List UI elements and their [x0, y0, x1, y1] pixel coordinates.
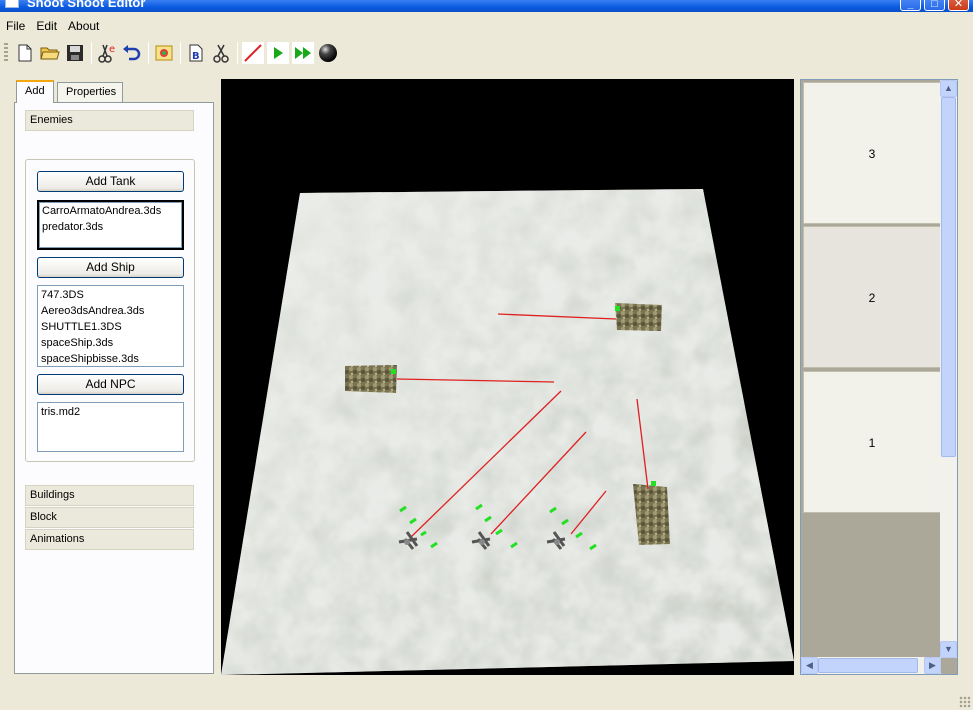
level-label: 3 — [868, 147, 876, 161]
new-file-icon[interactable] — [14, 42, 36, 64]
svg-text:B: B — [192, 51, 200, 62]
fast-forward-icon[interactable] — [292, 42, 314, 64]
add-tab-page: Enemies Add Tank CarroArmatoAndrea.3ds p… — [14, 102, 214, 674]
scroll-thumb-horizontal[interactable] — [818, 658, 918, 673]
toolbar: e B — [0, 38, 973, 68]
level-label: 2 — [868, 291, 876, 305]
close-icon[interactable]: ✕ — [948, 0, 969, 11]
scene-canvas[interactable] — [221, 79, 794, 675]
scroll-down-icon[interactable]: ▼ — [940, 641, 957, 658]
status-bar — [0, 682, 973, 710]
list-item[interactable]: spaceShipbisse.3ds — [41, 351, 180, 366]
level-button-2[interactable]: 2 — [803, 226, 941, 368]
tank-model[interactable] — [345, 365, 397, 393]
document-b-icon[interactable]: B — [185, 42, 207, 64]
ship-model-list[interactable]: 747.3DS Aereo3dsAndrea.3ds SHUTTLE1.3DS … — [37, 285, 184, 367]
menu-bar: File Edit About — [0, 16, 973, 36]
list-item[interactable]: 747.3DS — [41, 287, 180, 303]
tank-model[interactable] — [615, 303, 662, 331]
scroll-right-icon[interactable]: ▶ — [924, 657, 941, 674]
tab-strip: Add Properties — [14, 80, 214, 103]
menu-edit[interactable]: Edit — [31, 19, 62, 33]
level-button-3[interactable]: 3 — [803, 82, 941, 224]
svg-text:e: e — [109, 44, 115, 55]
enemies-group: Add Tank CarroArmatoAndrea.3ds predator.… — [25, 159, 195, 462]
buildings-group-header[interactable]: Buildings — [25, 485, 194, 506]
menu-file[interactable]: File — [1, 19, 30, 33]
list-item[interactable]: Aereo3dsAndrea.3ds — [41, 303, 180, 319]
vertical-scrollbar[interactable]: ▲ ▼ — [940, 80, 957, 658]
tank-model[interactable] — [633, 481, 670, 545]
scroll-thumb[interactable] — [941, 97, 956, 457]
list-item[interactable]: tris.md2 — [41, 404, 180, 420]
list-item[interactable]: CarroArmatoAndrea.3ds — [42, 203, 179, 219]
tab-add[interactable]: Add — [16, 80, 54, 103]
enemies-group-header[interactable]: Enemies — [25, 110, 194, 131]
level-label: 1 — [868, 436, 876, 450]
undo-icon[interactable] — [121, 42, 143, 64]
window-title: Shoot Shoot Editor — [27, 0, 146, 10]
toolbar-separator — [237, 42, 238, 64]
play-icon[interactable] — [267, 42, 289, 64]
title-bar: Shoot Shoot Editor _ □ ✕ — [0, 0, 973, 12]
block-group-header[interactable]: Block — [25, 507, 194, 528]
toolbar-separator — [91, 42, 92, 64]
toolbar-separator — [148, 42, 149, 64]
level-list-panel: 3 2 1 ▲ ▼ ◀ ▶ — [800, 79, 958, 675]
horizontal-scrollbar[interactable]: ◀ ▶ — [801, 657, 941, 674]
save-disk-icon[interactable] — [64, 42, 86, 64]
cut-clear-icon[interactable]: e — [96, 42, 118, 64]
scissors-icon[interactable] — [210, 42, 232, 64]
list-item[interactable]: spaceShip.3ds — [41, 335, 180, 351]
add-npc-button[interactable]: Add NPC — [37, 374, 184, 395]
minimize-icon[interactable]: _ — [900, 0, 921, 11]
app-icon — [5, 0, 19, 8]
left-panel: Add Properties Enemies Add Tank CarroArm… — [14, 80, 214, 674]
list-item[interactable]: predator.3ds — [42, 219, 179, 235]
toolbar-grip[interactable] — [4, 43, 8, 63]
animations-group-header[interactable]: Animations — [25, 529, 194, 550]
scroll-up-icon[interactable]: ▲ — [940, 80, 957, 97]
list-item[interactable]: SHUTTLE1.3DS — [41, 319, 180, 335]
menu-about[interactable]: About — [63, 19, 104, 33]
add-tank-button[interactable]: Add Tank — [37, 171, 184, 192]
maximize-icon[interactable]: □ — [924, 0, 945, 11]
scroll-left-icon[interactable]: ◀ — [801, 657, 818, 674]
resize-grip-icon[interactable] — [959, 696, 971, 708]
sphere-icon[interactable] — [317, 42, 339, 64]
toolbar-separator — [180, 42, 181, 64]
add-ship-button[interactable]: Add Ship — [37, 257, 184, 278]
background-image-icon[interactable] — [153, 42, 175, 64]
npc-model-list[interactable]: tris.md2 — [37, 402, 184, 452]
terrain-texture — [221, 189, 794, 675]
scene-viewport[interactable] — [221, 79, 794, 675]
draw-line-icon[interactable] — [242, 42, 264, 64]
tank-model-list[interactable]: CarroArmatoAndrea.3ds predator.3ds — [37, 200, 184, 250]
level-button-1[interactable]: 1 — [803, 371, 941, 513]
open-folder-icon[interactable] — [39, 42, 61, 64]
tab-properties[interactable]: Properties — [57, 82, 123, 102]
